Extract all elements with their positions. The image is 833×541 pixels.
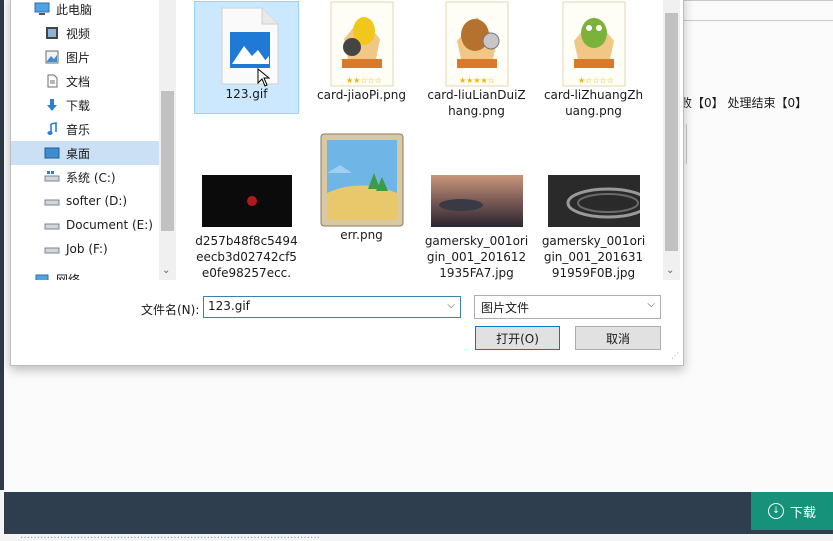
svg-text:★★★★☆: ★★★★☆	[459, 76, 495, 85]
filename-input[interactable]: 123.gif ⌵	[203, 296, 461, 318]
file-item[interactable]: err.png	[309, 133, 414, 243]
scroll-down-icon[interactable]: ⌄	[666, 265, 674, 276]
download-label: 下载	[789, 505, 816, 521]
open-file-dialog: 此电脑 视频 图片 文档 下载 音乐 桌面 系统 (C:) softer (D:…	[10, 0, 684, 366]
scrollbar-thumb[interactable]	[665, 13, 678, 251]
cancel-button[interactable]: 取消	[575, 326, 661, 350]
navigation-scrollbar[interactable]: ⌄	[159, 0, 176, 280]
nav-item-label: 此电脑	[56, 2, 93, 17]
filename-value: 123.gif	[208, 299, 250, 313]
scrollbar-thumb[interactable]	[161, 91, 174, 231]
background-status-text: 败【0】 处理结束【0】	[680, 96, 808, 110]
file-item[interactable]: gamersky_001origin_001_2016121935FA7.jpg	[424, 171, 529, 281]
drive-icon	[43, 219, 61, 231]
nav-item-drive-f[interactable]: Job (F:)	[11, 237, 159, 261]
file-item[interactable]: ★★☆☆☆ card-jiaoPi.png	[309, 1, 414, 103]
nav-item-videos[interactable]: 视频	[11, 21, 159, 45]
file-item[interactable]: ★★★★☆ card-liuLianDuiZhang.png	[424, 1, 529, 119]
nav-item-label: softer (D:)	[66, 194, 128, 208]
nav-item-label: 文档	[66, 74, 91, 89]
card-thumbnail: ★☆☆☆☆	[562, 1, 626, 87]
error-picture-thumbnail	[320, 133, 404, 227]
network-icon	[33, 273, 51, 280]
svg-text:★★☆☆☆: ★★☆☆☆	[346, 76, 382, 85]
pc-icon	[33, 2, 51, 16]
open-button-label: 打开(O)	[496, 331, 539, 346]
nav-item-downloads[interactable]: 下载	[11, 93, 159, 117]
divider	[682, 20, 833, 21]
nav-item-label: Document (E:)	[66, 218, 153, 232]
filename-label: 文件名(N):	[141, 303, 200, 317]
file-item[interactable]: ★☆☆☆☆ card-liZhuangZhuang.png	[541, 1, 646, 119]
nav-item-music[interactable]: 音乐	[11, 117, 159, 141]
nav-item-label: 音乐	[66, 122, 91, 137]
file-name: card-liZhuangZhuang.png	[543, 88, 644, 118]
navigation-pane: 此电脑 视频 图片 文档 下载 音乐 桌面 系统 (C:) softer (D:…	[11, 0, 161, 280]
pictures-icon	[43, 50, 61, 64]
drive-icon	[43, 171, 61, 183]
nav-item-drive-c[interactable]: 系统 (C:)	[11, 165, 159, 189]
resize-grip-icon[interactable]: ⋰	[671, 351, 679, 360]
nav-item-pictures[interactable]: 图片	[11, 45, 159, 69]
drive-icon	[43, 243, 61, 255]
card-thumbnail: ★★★★☆	[445, 1, 509, 87]
downloads-icon	[43, 98, 61, 112]
file-item[interactable]: gamersky_001origin_001_20163191959F0B.jp…	[541, 171, 649, 281]
video-icon	[43, 26, 61, 40]
filetype-select[interactable]: 图片文件 ⌵	[474, 295, 661, 319]
file-item[interactable]: 123.gif	[194, 1, 299, 114]
open-button[interactable]: 打开(O)	[475, 326, 560, 350]
nav-item-label: 系统 (C:)	[66, 170, 116, 185]
background-sidebar-edge	[0, 0, 4, 490]
music-icon	[43, 122, 61, 136]
file-name: gamersky_001origin_001_2016121935FA7.jpg	[424, 234, 529, 280]
documents-icon	[43, 74, 61, 88]
file-list: 123.gif ★★☆☆☆ card-jiaoPi.png ★★★★☆ card…	[181, 0, 663, 280]
background-footer-text: ………………………………………………………………………………	[20, 530, 320, 541]
file-name: gamersky_001origin_001_20163191959F0B.jp…	[541, 234, 646, 280]
file-name: card-liuLianDuiZhang.png	[427, 88, 526, 118]
nav-item-drive-e[interactable]: Document (E:)	[11, 213, 159, 237]
chevron-down-icon: ⌵	[647, 299, 655, 310]
file-name: 123.gif	[225, 87, 268, 101]
divider	[686, 124, 687, 164]
cancel-button-label: 取消	[605, 331, 630, 346]
image-file-icon	[212, 6, 282, 87]
drive-icon	[43, 195, 61, 207]
photo-thumbnail	[547, 175, 649, 227]
background-footer	[4, 492, 833, 534]
photo-thumbnail	[201, 175, 292, 227]
nav-item-network[interactable]: 网络	[11, 267, 159, 280]
chevron-down-icon[interactable]: ⌵	[447, 300, 455, 311]
download-arrow-icon: ↓	[767, 503, 784, 519]
scroll-down-icon[interactable]: ⌄	[162, 265, 170, 276]
file-name: d257b48f8c5494eecb3d02742cf5e0fe98257ecc…	[195, 234, 298, 280]
photo-thumbnail	[430, 175, 523, 227]
svg-text:★☆☆☆☆: ★☆☆☆☆	[578, 76, 614, 85]
filetype-value: 图片文件	[481, 301, 530, 315]
nav-item-documents[interactable]: 文档	[11, 69, 159, 93]
nav-item-label: 下载	[66, 98, 91, 113]
file-item[interactable]: d257b48f8c5494eecb3d02742cf5e0fe98257ecc…	[194, 171, 299, 281]
nav-item-label: 网络	[56, 272, 81, 281]
divider	[682, 0, 833, 1]
nav-item-label: 桌面	[66, 146, 91, 161]
file-name: err.png	[340, 228, 383, 242]
mouse-cursor-icon	[257, 68, 270, 87]
download-button[interactable]: ↓ 下载	[751, 492, 833, 530]
nav-item-this-pc[interactable]: 此电脑	[11, 0, 159, 21]
nav-item-desktop[interactable]: 桌面	[11, 141, 159, 165]
desktop-icon	[43, 147, 61, 159]
file-name: card-jiaoPi.png	[317, 88, 406, 102]
file-list-scrollbar[interactable]: ⌄	[663, 0, 680, 280]
nav-item-label: 视频	[66, 26, 91, 41]
nav-item-label: 图片	[66, 50, 91, 65]
card-thumbnail: ★★☆☆☆	[330, 1, 394, 87]
nav-item-drive-d[interactable]: softer (D:)	[11, 189, 159, 213]
nav-item-label: Job (F:)	[66, 242, 108, 256]
